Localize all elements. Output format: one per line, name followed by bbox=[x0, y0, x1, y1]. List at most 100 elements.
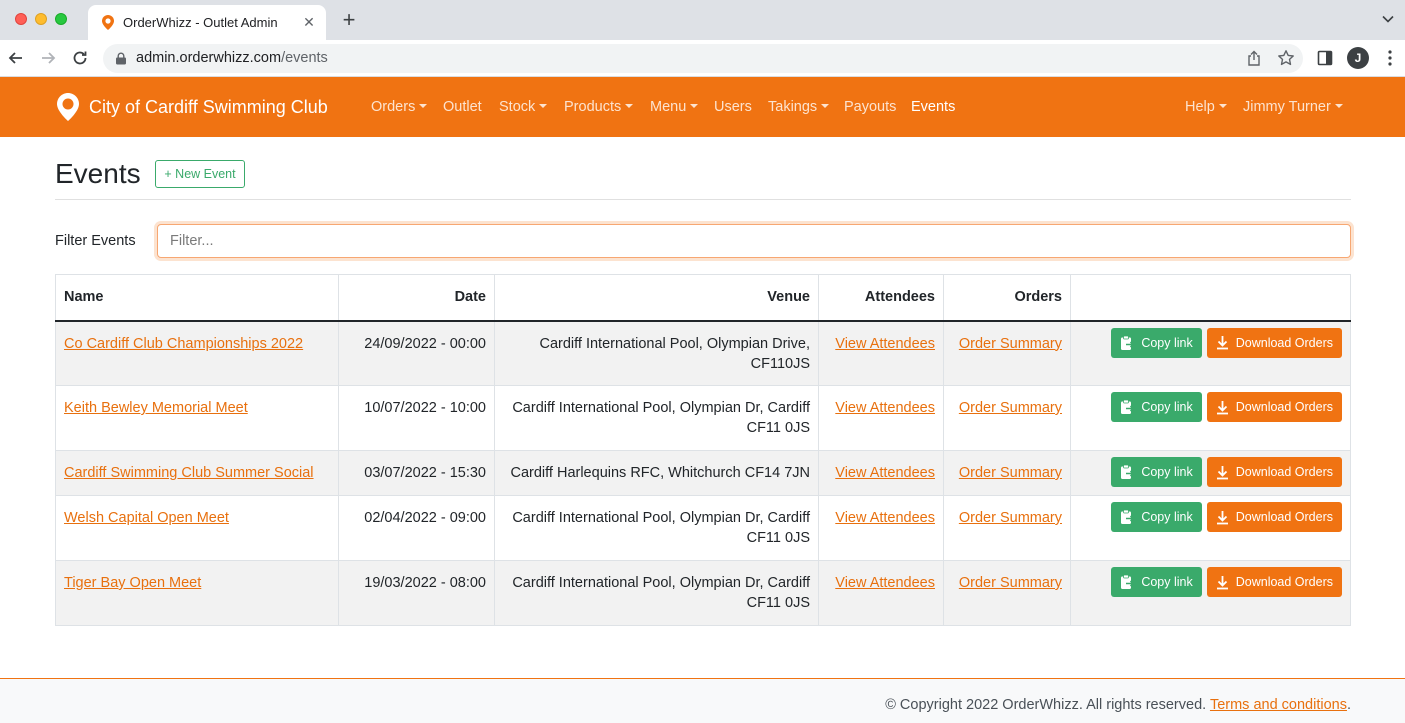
cell-venue: Cardiff International Pool, Olympian Dr,… bbox=[494, 495, 819, 561]
footer: © Copyright 2022 OrderWhizz. All rights … bbox=[0, 678, 1405, 723]
order-summary-link[interactable]: Order Summary bbox=[959, 510, 1062, 526]
order-summary-link[interactable]: Order Summary bbox=[959, 465, 1062, 481]
filter-input[interactable] bbox=[157, 224, 1351, 258]
header-venue[interactable]: Venue bbox=[494, 274, 819, 322]
events-table: Name Date Venue Attendees Orders Co Card… bbox=[55, 274, 1351, 626]
header-orders[interactable]: Orders bbox=[943, 274, 1071, 322]
nav-products[interactable]: Products bbox=[564, 99, 634, 115]
download-orders-button[interactable]: Download Orders bbox=[1206, 327, 1342, 358]
chevron-down-icon[interactable] bbox=[1381, 12, 1395, 26]
nav-takings[interactable]: Takings bbox=[768, 99, 830, 115]
cell-date: 19/03/2022 - 08:00 bbox=[338, 560, 495, 626]
copy-link-button[interactable]: Copy link bbox=[1111, 392, 1202, 422]
kebab-menu-icon[interactable] bbox=[1384, 49, 1396, 67]
nav-users[interactable]: Users bbox=[714, 99, 752, 115]
table-row: Cardiff Swimming Club Summer Social 03/0… bbox=[55, 450, 1351, 496]
clipboard-icon bbox=[1121, 464, 1135, 479]
copy-link-label: Copy link bbox=[1141, 465, 1193, 479]
copy-link-button[interactable]: Copy link bbox=[1111, 457, 1202, 487]
share-icon[interactable] bbox=[1246, 50, 1262, 67]
view-attendees-link[interactable]: View Attendees bbox=[835, 575, 935, 591]
event-name-link[interactable]: Cardiff Swimming Club Summer Social bbox=[64, 465, 314, 481]
nav-user-menu[interactable]: Jimmy Turner bbox=[1243, 99, 1343, 115]
download-icon bbox=[1216, 336, 1228, 350]
cell-orders: Order Summary bbox=[943, 320, 1071, 386]
url-text: admin.orderwhizz.com/events bbox=[136, 50, 328, 66]
nav-payouts[interactable]: Payouts bbox=[844, 99, 896, 115]
window-minimize-button[interactable] bbox=[35, 13, 47, 25]
download-icon bbox=[1216, 400, 1228, 414]
cell-actions: Copy link Download Orders bbox=[1070, 560, 1351, 626]
clipboard-icon bbox=[1121, 335, 1135, 350]
event-venue-line1: Cardiff International Pool, Olympian Dr,… bbox=[512, 510, 810, 526]
address-bar[interactable]: admin.orderwhizz.com/events bbox=[103, 44, 1303, 73]
tab-title: OrderWhizz - Outlet Admin bbox=[123, 15, 278, 30]
new-tab-icon[interactable]: + bbox=[338, 8, 360, 32]
lock-icon[interactable] bbox=[115, 52, 127, 65]
cell-date: 03/07/2022 - 15:30 bbox=[338, 450, 495, 496]
event-name-link[interactable]: Welsh Capital Open Meet bbox=[64, 510, 229, 526]
new-event-button[interactable]: + New Event bbox=[155, 160, 245, 188]
order-summary-link[interactable]: Order Summary bbox=[959, 400, 1062, 416]
forward-arrow-icon[interactable] bbox=[38, 48, 58, 68]
cell-name: Keith Bewley Memorial Meet bbox=[55, 385, 339, 451]
cell-orders: Order Summary bbox=[943, 560, 1071, 626]
cell-venue: Cardiff International Pool, Olympian Dr,… bbox=[494, 385, 819, 451]
nav-events[interactable]: Events bbox=[911, 99, 955, 115]
copy-link-button[interactable]: Copy link bbox=[1111, 502, 1202, 532]
download-icon bbox=[1216, 575, 1228, 589]
browser-tab[interactable]: OrderWhizz - Outlet Admin ✕ bbox=[88, 5, 326, 40]
event-name-link[interactable]: Keith Bewley Memorial Meet bbox=[64, 400, 248, 416]
nav-menu[interactable]: Menu bbox=[650, 99, 699, 115]
terms-link[interactable]: Terms and conditions bbox=[1210, 697, 1347, 713]
brand-link[interactable]: City of Cardiff Swimming Club bbox=[55, 91, 328, 123]
view-attendees-link[interactable]: View Attendees bbox=[835, 510, 935, 526]
cell-attendees: View Attendees bbox=[818, 560, 944, 626]
header-name[interactable]: Name bbox=[55, 274, 339, 322]
copy-link-button[interactable]: Copy link bbox=[1111, 327, 1202, 358]
order-summary-link[interactable]: Order Summary bbox=[959, 575, 1062, 591]
copy-link-button[interactable]: Copy link bbox=[1111, 567, 1202, 597]
header-date[interactable]: Date bbox=[338, 274, 495, 322]
view-attendees-link[interactable]: View Attendees bbox=[835, 465, 935, 481]
cell-actions: Copy link Download Orders bbox=[1070, 495, 1351, 561]
view-attendees-link[interactable]: View Attendees bbox=[835, 336, 935, 352]
window-zoom-button[interactable] bbox=[55, 13, 67, 25]
nav-orders[interactable]: Orders bbox=[371, 99, 428, 115]
table-row: Welsh Capital Open Meet 02/04/2022 - 09:… bbox=[55, 495, 1351, 561]
copy-link-label: Copy link bbox=[1141, 510, 1193, 524]
download-orders-button[interactable]: Download Orders bbox=[1206, 567, 1342, 597]
download-orders-button[interactable]: Download Orders bbox=[1206, 502, 1342, 532]
nav-outlet[interactable]: Outlet bbox=[443, 99, 482, 115]
tab-close-icon[interactable]: ✕ bbox=[300, 13, 318, 31]
cell-orders: Order Summary bbox=[943, 385, 1071, 451]
download-orders-button[interactable]: Download Orders bbox=[1206, 457, 1342, 487]
back-arrow-icon[interactable] bbox=[6, 48, 26, 68]
header-actions bbox=[1070, 274, 1351, 322]
footer-text: © Copyright 2022 OrderWhizz. All rights … bbox=[885, 697, 1351, 713]
brand-name: City of Cardiff Swimming Club bbox=[89, 96, 328, 117]
download-orders-button[interactable]: Download Orders bbox=[1206, 392, 1342, 422]
event-venue-line2: CF11 0JS bbox=[746, 595, 810, 611]
cell-venue: Cardiff Harlequins RFC, Whitchurch CF14 … bbox=[494, 450, 819, 496]
download-orders-label: Download Orders bbox=[1235, 510, 1333, 524]
nav-stock[interactable]: Stock bbox=[499, 99, 548, 115]
order-summary-link[interactable]: Order Summary bbox=[959, 336, 1062, 352]
event-name-link[interactable]: Tiger Bay Open Meet bbox=[64, 575, 201, 591]
header-attendees[interactable]: Attendees bbox=[818, 274, 944, 322]
event-venue-line1: Cardiff International Pool, Olympian Dr,… bbox=[512, 575, 810, 591]
download-icon bbox=[1216, 510, 1228, 524]
bookmark-star-icon[interactable] bbox=[1277, 49, 1295, 67]
cell-date: 24/09/2022 - 00:00 bbox=[338, 320, 495, 386]
map-pin-icon bbox=[57, 93, 79, 121]
table-row: Tiger Bay Open Meet 19/03/2022 - 08:00 C… bbox=[55, 560, 1351, 626]
event-name-link[interactable]: Co Cardiff Club Championships 2022 bbox=[64, 336, 303, 352]
nav-help[interactable]: Help bbox=[1185, 99, 1227, 115]
caret-down-icon bbox=[821, 104, 830, 108]
cell-name: Co Cardiff Club Championships 2022 bbox=[55, 320, 339, 386]
view-attendees-link[interactable]: View Attendees bbox=[835, 400, 935, 416]
window-close-button[interactable] bbox=[15, 13, 27, 25]
profile-avatar[interactable]: J bbox=[1347, 47, 1369, 69]
side-panel-icon[interactable] bbox=[1317, 50, 1333, 66]
reload-icon[interactable] bbox=[70, 48, 90, 68]
